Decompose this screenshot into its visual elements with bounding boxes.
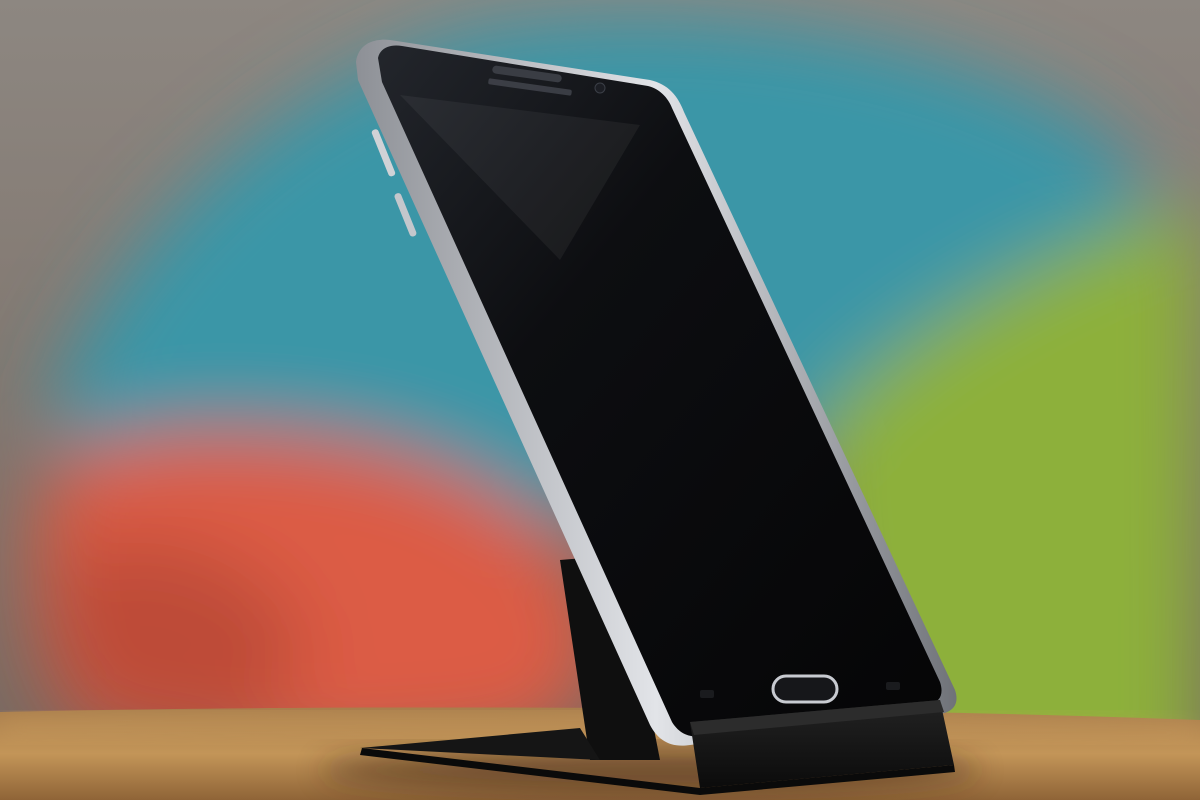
photo-canvas	[0, 0, 1200, 800]
back-key	[886, 682, 900, 690]
front-camera	[594, 82, 606, 94]
photo-scene	[0, 0, 1200, 800]
home-button	[771, 674, 839, 704]
recent-apps-key	[700, 690, 714, 698]
